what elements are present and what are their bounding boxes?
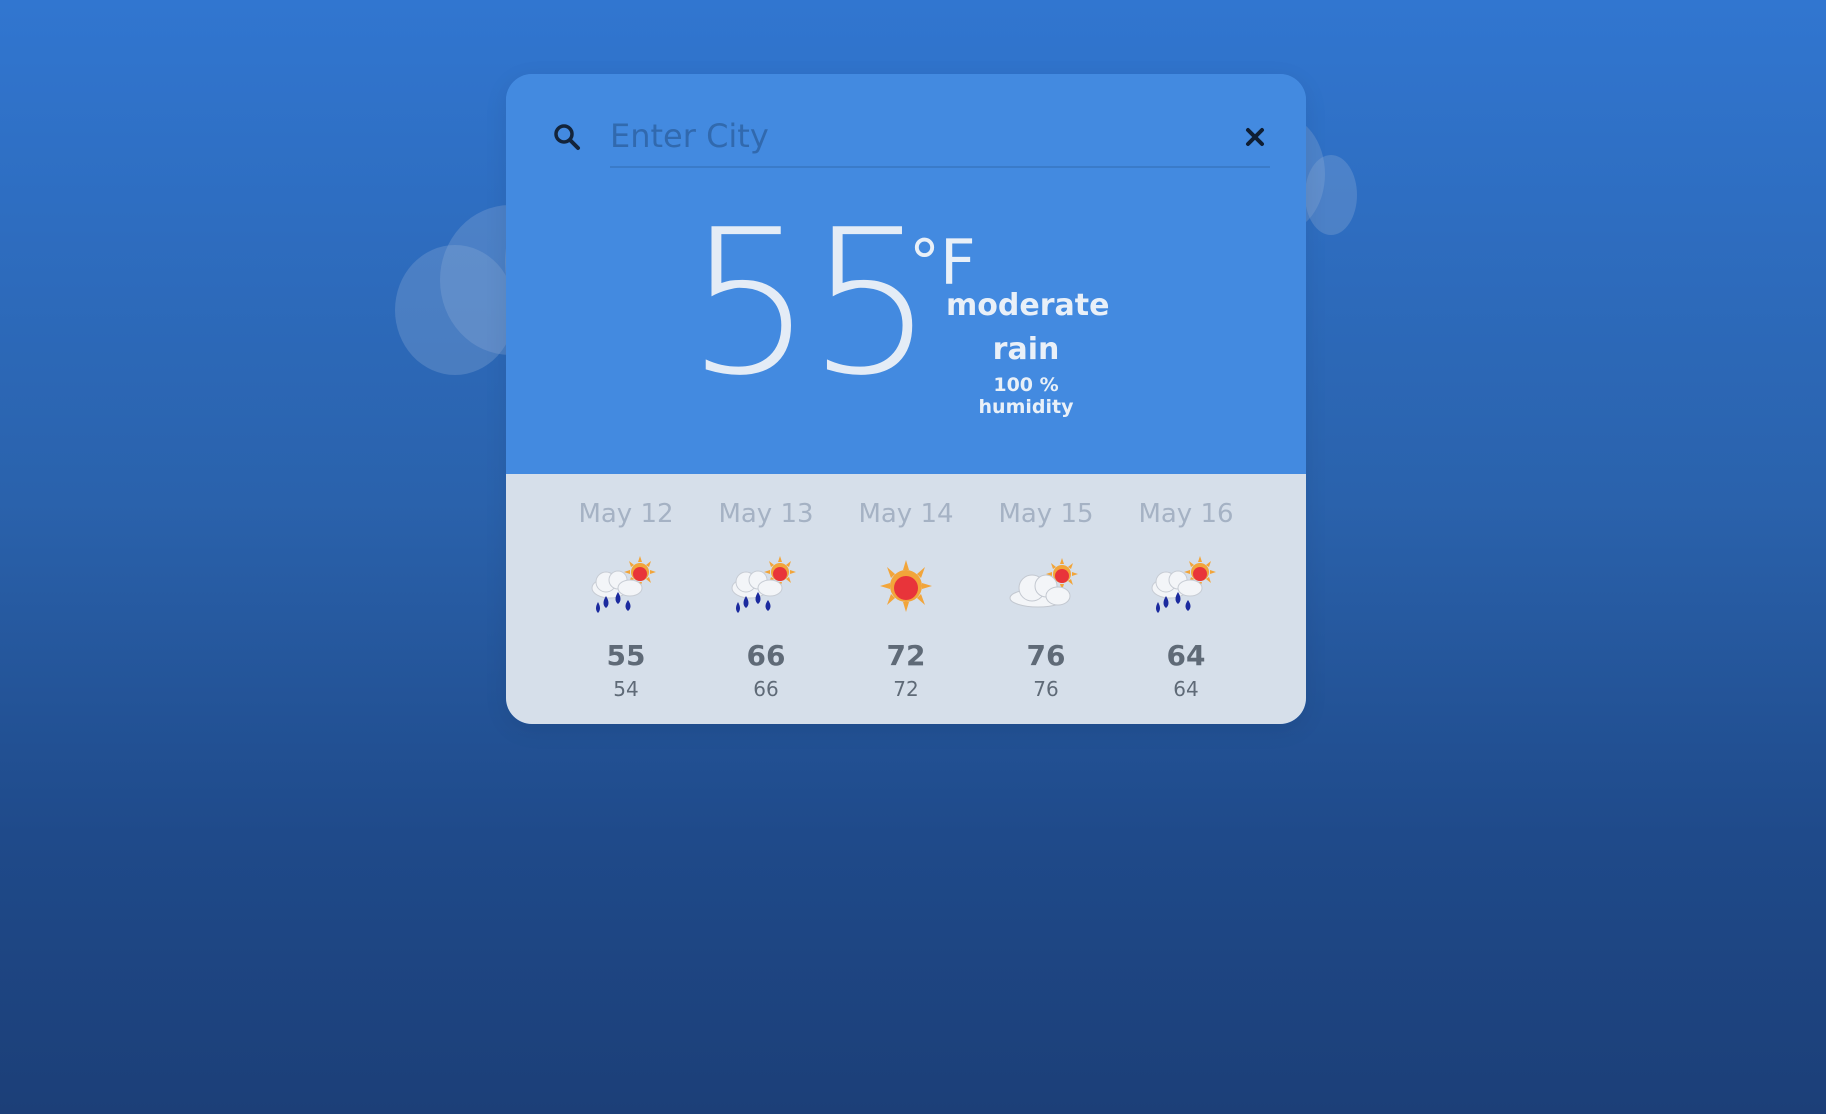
forecast-day: May 14 72 72 [836, 496, 976, 702]
forecast-low: 64 [1173, 677, 1199, 701]
forecast-date: May 12 [578, 499, 674, 529]
forecast-high: 76 [1026, 639, 1066, 672]
close-icon[interactable] [1244, 126, 1266, 148]
forecast-low: 66 [753, 677, 779, 701]
forecast-date: May 15 [998, 499, 1094, 529]
forecast-date: May 13 [718, 499, 814, 529]
rain-sun-icon [731, 556, 796, 613]
humidity-label: 100 % humidity [978, 374, 1074, 418]
cloud-sun-icon [1009, 558, 1078, 608]
forecast-low: 54 [613, 677, 639, 701]
rain-sun-icon [1151, 556, 1216, 613]
forecast-day: May 13 66 66 [696, 496, 836, 702]
forecast-panel: May 12 55 54 May 13 66 66 May 14 72 72 M… [506, 474, 1306, 724]
current-weather-panel: 55 °F moderate rain 100 % humidity [506, 74, 1306, 474]
forecast-day: May 16 64 64 [1116, 496, 1256, 702]
forecast-date: May 16 [1138, 499, 1234, 529]
forecast-low: 72 [893, 677, 919, 701]
city-search-input[interactable] [610, 106, 1270, 168]
current-conditions: 55 °F moderate rain 100 % humidity [506, 204, 1306, 464]
weather-description-line-1: moderate [946, 288, 1110, 323]
current-temperature: 55 [686, 187, 934, 420]
forecast-day: May 12 55 54 [556, 496, 696, 702]
search-bar [546, 104, 1270, 168]
forecast-day: May 15 76 76 [976, 496, 1116, 702]
forecast-low: 76 [1033, 677, 1059, 701]
rain-sun-icon [591, 556, 656, 613]
forecast-high: 72 [886, 639, 926, 672]
forecast-high: 66 [746, 639, 786, 672]
forecast-list: May 12 55 54 May 13 66 66 May 14 72 72 M… [506, 474, 1306, 724]
forecast-date: May 14 [858, 499, 954, 529]
weather-description-line-2: rain [992, 332, 1060, 367]
weather-description: moderate rain [946, 284, 1110, 372]
weather-card: 55 °F moderate rain 100 % humidity May 1… [506, 74, 1306, 724]
search-icon[interactable] [552, 122, 582, 152]
forecast-high: 55 [606, 639, 646, 672]
forecast-high: 64 [1166, 639, 1206, 672]
sun-icon [880, 560, 932, 612]
